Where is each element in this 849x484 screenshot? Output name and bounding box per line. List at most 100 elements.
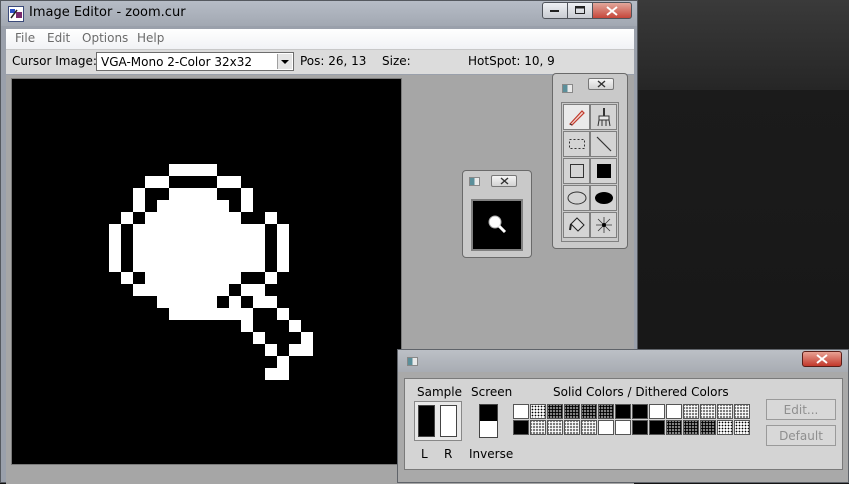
rectangle-filled-icon (596, 164, 611, 178)
close-icon (816, 354, 828, 364)
color-swatch[interactable] (581, 420, 597, 435)
color-swatch[interactable] (530, 420, 546, 435)
tools-grid (561, 102, 619, 242)
view-close-button[interactable] (491, 175, 517, 187)
tools-palette-title-bar[interactable] (555, 76, 625, 93)
color-swatch[interactable] (649, 404, 665, 419)
rectangle-filled-tool-button[interactable] (590, 158, 617, 184)
color-swatch[interactable] (632, 404, 648, 419)
color-swatch[interactable] (615, 420, 631, 435)
menu-options[interactable]: Options (82, 31, 128, 45)
title-bar[interactable]: Image Editor - zoom.cur (1, 1, 637, 26)
hotspot-readout: HotSpot: 10, 9 (468, 54, 555, 68)
left-color-sample (418, 405, 435, 437)
color-swatch[interactable] (598, 420, 614, 435)
selection-tool-button[interactable] (563, 131, 590, 157)
brush-icon (597, 108, 610, 127)
color-swatch[interactable] (734, 404, 750, 419)
view-window (462, 170, 532, 258)
color-palette-window: Sample Screen Solid Colors / Dithered Co… (397, 349, 849, 483)
color-swatch[interactable] (666, 420, 682, 435)
color-swatch[interactable] (734, 420, 750, 435)
paint-bucket-tool-button[interactable] (563, 212, 590, 238)
hotspot-tool-button[interactable] (590, 212, 617, 238)
paint-bucket-icon (568, 217, 585, 232)
close-button[interactable] (592, 2, 632, 19)
right-label: R (444, 447, 453, 461)
ellipse-outline-tool-button[interactable] (563, 185, 590, 211)
zoom-cursor-pixel-art (109, 164, 313, 380)
colors-label: Solid Colors / Dithered Colors (553, 385, 729, 399)
info-toolbar: Cursor Image: VGA-Mono 2-Color 32x32 Pos… (6, 50, 634, 74)
inverse-color[interactable] (480, 421, 497, 437)
color-swatch[interactable] (547, 420, 563, 435)
menu-help[interactable]: Help (137, 31, 164, 45)
inverse-label: Inverse (469, 447, 514, 461)
close-icon (500, 177, 508, 185)
color-swatch[interactable] (581, 404, 597, 419)
sample-label: Sample (417, 385, 462, 399)
minimize-button[interactable] (542, 2, 568, 19)
palette-close-button[interactable] (802, 351, 842, 367)
desktop-taskbar-area (636, 0, 849, 90)
line-tool-button[interactable] (590, 131, 617, 157)
window-icon (407, 357, 418, 366)
image-editor-app-icon[interactable] (8, 6, 24, 22)
cursor-image-select[interactable]: VGA-Mono 2-Color 32x32 (96, 52, 294, 71)
cursor-preview (471, 199, 523, 251)
window-icon (469, 177, 480, 186)
close-icon (597, 80, 605, 88)
color-swatch[interactable] (564, 404, 580, 419)
color-swatch[interactable] (547, 404, 563, 419)
ellipse-filled-icon (594, 192, 613, 204)
tools-close-button[interactable] (588, 78, 614, 90)
color-swatch[interactable] (513, 404, 529, 419)
close-icon (606, 5, 618, 16)
ellipse-outline-icon (567, 191, 586, 205)
view-window-title-bar[interactable] (465, 173, 529, 187)
cursor-image-select-value: VGA-Mono 2-Color 32x32 (101, 55, 252, 69)
hotspot-icon (595, 217, 612, 233)
menu-edit[interactable]: Edit (47, 31, 70, 45)
color-swatch[interactable] (700, 420, 716, 435)
color-swatch[interactable] (564, 420, 580, 435)
palette-body: Sample Screen Solid Colors / Dithered Co… (404, 378, 843, 470)
pencil-tool-button[interactable] (563, 104, 590, 130)
edit-canvas[interactable] (11, 78, 402, 465)
rectangle-outline-icon (569, 164, 584, 178)
default-color-button[interactable]: Default (766, 425, 836, 446)
color-swatch[interactable] (666, 404, 682, 419)
size-readout: Size: (382, 54, 411, 68)
color-swatch[interactable] (683, 404, 699, 419)
ellipse-filled-tool-button[interactable] (590, 185, 617, 211)
sample-colors (414, 401, 462, 441)
color-swatch[interactable] (700, 404, 716, 419)
color-swatch[interactable] (717, 420, 733, 435)
left-label: L (421, 447, 428, 461)
line-icon (596, 136, 611, 152)
color-swatch[interactable] (649, 420, 665, 435)
window-icon (562, 84, 573, 93)
brush-tool-button[interactable] (590, 104, 617, 130)
edit-color-button[interactable]: Edit... (766, 399, 836, 420)
screen-color[interactable] (480, 405, 497, 421)
color-swatch[interactable] (717, 404, 733, 419)
color-swatch[interactable] (632, 420, 648, 435)
color-swatch[interactable] (598, 404, 614, 419)
menu-file[interactable]: File (15, 31, 35, 45)
palette-title-bar[interactable] (398, 350, 848, 372)
screen-inverse-swatch[interactable] (479, 404, 498, 438)
screen-label: Screen (471, 385, 513, 399)
color-swatch[interactable] (513, 420, 529, 435)
color-swatch[interactable] (683, 420, 699, 435)
position-readout: Pos: 26, 13 (300, 54, 367, 68)
rectangle-outline-tool-button[interactable] (563, 158, 590, 184)
color-swatch[interactable] (530, 404, 546, 419)
window-title: Image Editor - zoom.cur (29, 5, 186, 20)
color-swatch[interactable] (615, 404, 631, 419)
maximize-button[interactable] (567, 2, 593, 19)
chevron-down-icon[interactable] (277, 54, 292, 69)
pencil-icon (568, 110, 585, 126)
tools-palette (552, 73, 628, 249)
selection-icon (568, 139, 585, 149)
